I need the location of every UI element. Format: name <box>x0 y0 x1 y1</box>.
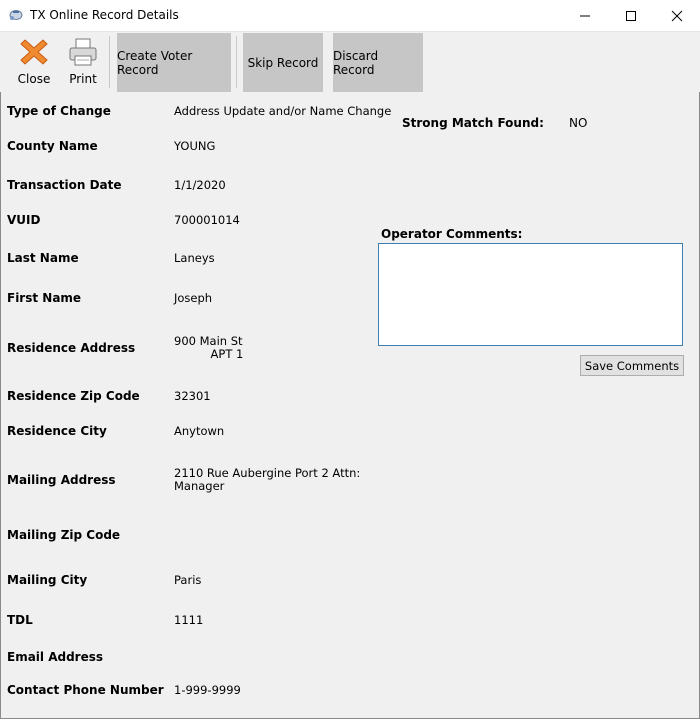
minimize-icon <box>580 15 590 16</box>
field-label: Transaction Date <box>7 178 122 192</box>
field-label: Residence City <box>7 424 107 438</box>
field-value: 1/1/2020 <box>174 178 226 192</box>
field-label: Type of Change <box>7 104 111 118</box>
window-title: TX Online Record Details <box>30 8 179 22</box>
toolbar: Close Print Create Voter Record Skip Rec… <box>0 32 700 92</box>
field-label: Contact Phone Number <box>7 683 164 697</box>
field-label: Last Name <box>7 251 79 265</box>
field-value: 1-999-9999 <box>174 683 241 697</box>
field-label: Mailing City <box>7 573 88 587</box>
field-value: 1111 <box>174 613 204 627</box>
operator-comments-input[interactable] <box>378 243 683 346</box>
field-value: 700001014 <box>174 213 240 227</box>
field-label: County Name <box>7 139 98 153</box>
field-label: Mailing Zip Code <box>7 528 121 542</box>
skip-record-button[interactable]: Skip Record <box>243 33 323 92</box>
toolbar-separator <box>109 36 110 88</box>
strong-match-label: Strong Match Found: <box>402 116 544 130</box>
field-value: Anytown <box>174 424 225 438</box>
field-value: 32301 <box>174 389 211 403</box>
field-value: 2110 Rue Aubergine Port 2 Attn: Manager <box>174 466 361 493</box>
app-icon <box>8 8 24 22</box>
maximize-button[interactable] <box>608 0 654 31</box>
minimize-button[interactable] <box>562 0 608 31</box>
close-label: Close <box>17 72 51 86</box>
field-label: Mailing Address <box>7 473 116 487</box>
discard-record-button[interactable]: Discard Record <box>333 33 423 92</box>
field-value: 900 Main St APT 1 <box>174 334 244 361</box>
close-icon <box>671 10 683 21</box>
field-label: VUID <box>7 213 41 227</box>
close-window-button[interactable] <box>654 0 700 31</box>
field-label: Email Address <box>7 650 104 664</box>
title-bar: TX Online Record Details <box>0 0 700 32</box>
field-value: Paris <box>174 573 202 587</box>
print-button[interactable]: Print <box>63 36 103 92</box>
field-value: Laneys <box>174 251 215 265</box>
field-label: First Name <box>7 291 82 305</box>
maximize-icon <box>626 10 636 21</box>
toolbar-separator <box>236 36 237 88</box>
create-voter-record-button[interactable]: Create Voter Record <box>117 33 231 92</box>
field-value: Joseph <box>174 291 213 305</box>
strong-match-value: NO <box>569 116 588 130</box>
save-comments-button[interactable]: Save Comments <box>580 355 684 376</box>
field-label: TDL <box>7 613 33 627</box>
field-value: Address Update and/or Name Change <box>174 104 392 118</box>
print-label: Print <box>69 72 97 86</box>
field-value: YOUNG <box>174 139 216 153</box>
field-label: Residence Address <box>7 341 136 355</box>
field-label: Residence Zip Code <box>7 389 140 403</box>
close-button[interactable]: Close <box>14 36 54 92</box>
operator-comments-label: Operator Comments: <box>381 227 523 241</box>
close-x-icon <box>20 39 48 65</box>
printer-icon <box>69 38 97 66</box>
